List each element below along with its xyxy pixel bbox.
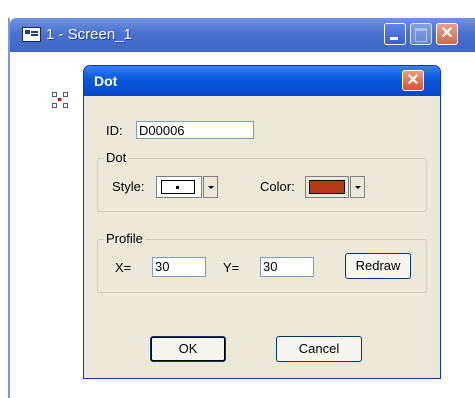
id-label: ID: — [106, 123, 123, 138]
chevron-down-icon[interactable] — [350, 176, 365, 198]
handle-bottom-right[interactable] — [63, 103, 68, 108]
minimize-button[interactable] — [384, 23, 406, 45]
dot-dialog-titlebar[interactable]: Dot ✕ — [84, 66, 440, 96]
handle-top-right[interactable] — [63, 92, 68, 97]
id-field[interactable]: D00006 — [136, 121, 254, 139]
app-window-icon — [22, 27, 41, 42]
style-dropdown[interactable] — [156, 176, 218, 200]
x-field[interactable]: 30 — [152, 257, 206, 277]
style-preview — [156, 176, 202, 198]
close-icon: ✕ — [406, 72, 420, 89]
handle-top-left[interactable] — [52, 92, 57, 97]
maximize-button[interactable] — [410, 23, 432, 45]
dot-object-handles[interactable] — [52, 92, 68, 108]
cancel-button[interactable]: Cancel — [276, 336, 362, 362]
screen-window-title: 1 - Screen_1 — [46, 26, 132, 43]
y-label: Y= — [223, 260, 240, 275]
color-dropdown[interactable] — [305, 176, 365, 200]
dot-groupbox: Dot Style: Color: — [97, 150, 427, 212]
close-button[interactable]: ✕ — [436, 23, 458, 45]
style-swatch — [161, 180, 195, 194]
color-preview — [305, 176, 349, 198]
x-label: X= — [115, 260, 132, 275]
dialog-close-button[interactable]: ✕ — [402, 70, 424, 91]
handle-bottom-left[interactable] — [52, 103, 57, 108]
dot-object[interactable] — [58, 98, 61, 101]
color-label: Color: — [260, 179, 295, 194]
chevron-down-icon[interactable] — [203, 176, 218, 198]
redraw-button[interactable]: Redraw — [345, 253, 411, 279]
y-field[interactable]: 30 — [260, 257, 314, 277]
ok-button[interactable]: OK — [150, 336, 226, 362]
close-icon: ✕ — [440, 25, 454, 42]
dot-dialog-title: Dot — [94, 73, 118, 89]
profile-group-legend: Profile — [104, 231, 145, 246]
screen-window-titlebar[interactable]: 1 - Screen_1 ✕ — [10, 18, 475, 52]
style-dot-glyph — [176, 186, 179, 189]
color-swatch — [309, 180, 345, 194]
style-label: Style: — [112, 179, 145, 194]
dot-dialog: Dot ✕ ID: D00006 Dot Style: Color: Profi… — [83, 65, 441, 379]
profile-groupbox: Profile X= 30 Y= 30 Redraw — [97, 231, 427, 293]
dot-group-legend: Dot — [104, 150, 129, 165]
